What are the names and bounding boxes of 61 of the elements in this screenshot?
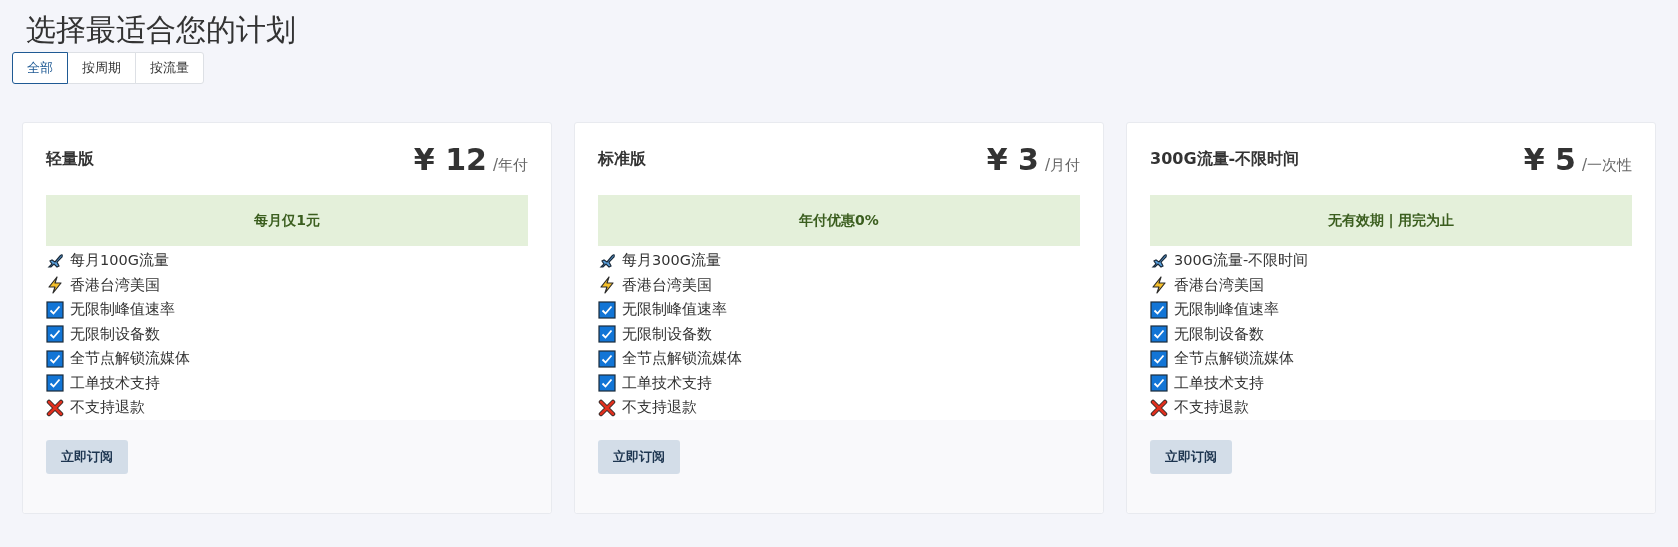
checkbox-icon <box>598 349 616 368</box>
feature-text: 香港台湾美国 <box>1174 275 1264 295</box>
checkbox-icon <box>1150 349 1168 368</box>
checkbox-icon <box>46 349 64 368</box>
subscribe-button[interactable]: 立即订阅 <box>1150 440 1232 474</box>
page-title: 选择最适合您的计划 <box>26 12 297 48</box>
feature-text: 不支持退款 <box>70 398 145 418</box>
price: ¥ 12 <box>413 145 487 176</box>
feature-text: 每月300G流量 <box>622 251 721 271</box>
checkbox-icon <box>598 325 616 344</box>
promo-banner: 年付优惠0% <box>598 194 1080 246</box>
feature-text: 工单技术支持 <box>622 373 712 393</box>
price: ¥ 5 <box>1523 145 1576 176</box>
filter-tab[interactable]: 按周期 <box>67 52 136 85</box>
plane-icon <box>46 251 64 270</box>
cross-icon <box>598 398 616 417</box>
promo-banner: 每月仅1元 <box>46 194 528 246</box>
cross-icon <box>46 398 64 417</box>
feature-text: 每月100G流量 <box>70 251 169 271</box>
feature-text: 工单技术支持 <box>70 373 160 393</box>
plan-name: 300G流量-不限时间 <box>1150 147 1300 170</box>
plan-name: 轻量版 <box>46 147 94 170</box>
feature-text: 不支持退款 <box>622 398 697 418</box>
filter-tab[interactable]: 按流量 <box>135 52 204 85</box>
plane-icon <box>598 251 616 270</box>
feature-text: 全节点解锁流媒体 <box>1174 349 1294 369</box>
feature-text: 不支持退款 <box>1174 398 1249 418</box>
feature-text: 无限制设备数 <box>622 324 712 344</box>
plane-icon <box>1150 251 1168 270</box>
checkbox-icon <box>1150 300 1168 319</box>
feature-text: 无限制设备数 <box>1174 324 1264 344</box>
feature-text: 无限制峰值速率 <box>1174 300 1279 320</box>
checkbox-icon <box>1150 325 1168 344</box>
lightning-icon <box>46 276 64 295</box>
feature-text: 无限制峰值速率 <box>70 300 175 320</box>
billing-period: /年付 <box>492 155 528 177</box>
promo-banner: 无有效期 | 用完为止 <box>1150 194 1632 246</box>
checkbox-icon <box>46 325 64 344</box>
feature-text: 香港台湾美国 <box>622 275 712 295</box>
billing-period: /月付 <box>1044 155 1080 177</box>
subscribe-button[interactable]: 立即订阅 <box>46 440 128 474</box>
lightning-icon <box>598 276 616 295</box>
feature-text: 无限制峰值速率 <box>622 300 727 320</box>
feature-text: 全节点解锁流媒体 <box>70 349 190 369</box>
lightning-icon <box>1150 276 1168 295</box>
checkbox-icon <box>598 374 616 393</box>
checkbox-icon <box>598 300 616 319</box>
feature-text: 工单技术支持 <box>1174 373 1264 393</box>
feature-text: 全节点解锁流媒体 <box>622 349 742 369</box>
cross-icon <box>1150 398 1168 417</box>
plan-name: 标准版 <box>598 147 646 170</box>
feature-text: 无限制设备数 <box>70 324 160 344</box>
checkbox-icon <box>46 374 64 393</box>
subscribe-button[interactable]: 立即订阅 <box>598 440 680 474</box>
filter-tab[interactable]: 全部 <box>12 52 68 85</box>
checkbox-icon <box>46 300 64 319</box>
billing-period: /一次性 <box>1581 155 1632 177</box>
feature-text: 300G流量-不限时间 <box>1174 251 1309 271</box>
feature-text: 香港台湾美国 <box>70 275 160 295</box>
price: ¥ 3 <box>986 145 1039 176</box>
checkbox-icon <box>1150 374 1168 393</box>
